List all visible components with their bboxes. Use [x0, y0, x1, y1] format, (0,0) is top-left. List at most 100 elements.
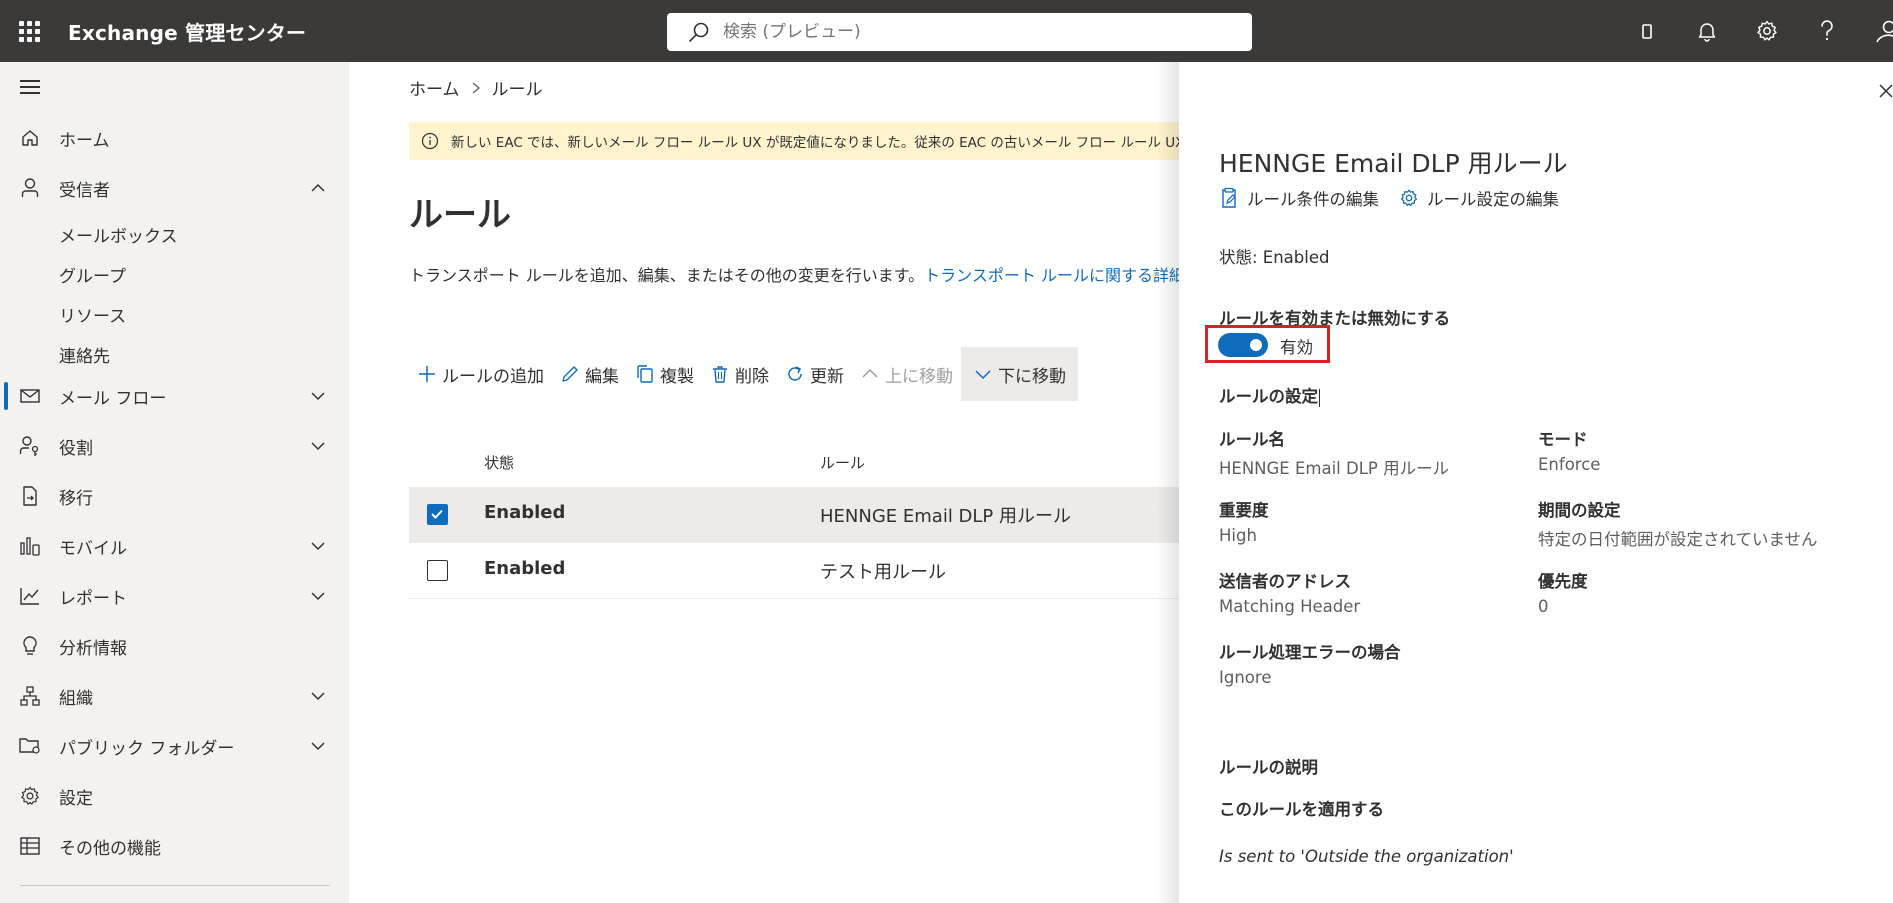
rule-state: 状態: Enabled [1219, 248, 1330, 267]
apply-condition-value: Is sent to 'Outside the organization' [1219, 847, 1514, 866]
mode-value: Enforce [1538, 455, 1601, 474]
row-rule-name: HENNGE Email DLP 用ルール [820, 506, 1072, 527]
sidebar-item-mobile[interactable]: モバイル [0, 526, 349, 566]
priority-label: 優先度 [1538, 572, 1588, 591]
sidebar-item-settings[interactable]: 設定 [0, 776, 349, 816]
sidebar-item-label: 設定 [59, 788, 93, 809]
chevron-up-icon [862, 368, 878, 378]
search-icon [689, 22, 709, 42]
row-status: Enabled [484, 558, 566, 579]
sidebar-subitem-contacts[interactable]: 連絡先 [59, 342, 110, 367]
sidebar-subitem-mailboxes[interactable]: メールボックス [59, 222, 178, 247]
period-value: 特定の日付範囲が設定されていません [1538, 530, 1818, 549]
chevron-right-icon [472, 82, 480, 93]
sidebar-item-migration[interactable]: 移行 [0, 476, 349, 516]
rule-name-label: ルール名 [1219, 430, 1285, 449]
refresh-button[interactable]: 更新 [777, 347, 852, 401]
search-input[interactable] [723, 22, 1223, 42]
checkmark-icon [431, 509, 443, 519]
text-caret [1319, 388, 1320, 407]
account-button[interactable] [1857, 0, 1893, 62]
close-icon[interactable] [1877, 82, 1893, 100]
page-description: トランスポート ルールを追加、編集、またはその他の変更を行います。トランスポート… [409, 262, 1217, 286]
chevron-down-icon [311, 592, 325, 601]
priority-value: 0 [1538, 597, 1549, 616]
chevron-down-icon [311, 392, 325, 401]
sidebar-item-mail-flow[interactable]: メール フロー [0, 376, 349, 416]
add-rule-label: ルールの追加 [442, 366, 544, 387]
document-arrow-icon [18, 484, 42, 508]
edit-conditions-button[interactable]: ルール条件の編集 [1219, 186, 1379, 210]
sidebar-subitem-resources[interactable]: リソース [59, 302, 126, 327]
search-box[interactable] [667, 13, 1252, 51]
app-launcher-button[interactable] [0, 0, 58, 62]
clipboard-edit-icon [1222, 187, 1236, 208]
command-bar: ルールの追加 編集 複製 削除 更新 上に移動 下に移動 [409, 347, 1078, 401]
sidebar-subitem-groups[interactable]: グループ [59, 262, 126, 287]
copy-icon [637, 365, 653, 383]
table-row[interactable]: Enabled テスト用ルール [409, 543, 1179, 599]
sidebar-item-label: パブリック フォルダー [59, 738, 235, 759]
top-bar: Exchange 管理センター [0, 0, 1893, 62]
hamburger-icon[interactable] [20, 80, 40, 96]
apply-heading: このルールを適用する [1219, 800, 1384, 819]
person-icon [18, 176, 42, 200]
gear-icon [18, 784, 42, 808]
add-rule-button[interactable]: ルールの追加 [409, 347, 552, 401]
row-checkbox[interactable] [427, 504, 448, 525]
sidebar-item-label: 分析情報 [59, 638, 127, 659]
sender-address-value: Matching Header [1219, 597, 1361, 616]
chevron-down-icon [311, 442, 325, 451]
sidebar-item-public-folders[interactable]: パブリック フォルダー [0, 726, 349, 766]
grid-icon [18, 834, 42, 858]
notifications-button[interactable] [1677, 0, 1737, 62]
edit-conditions-label: ルール条件の編集 [1247, 190, 1379, 209]
app-title[interactable]: Exchange 管理センター [68, 17, 306, 46]
sidebar-item-reports[interactable]: レポート [0, 576, 349, 616]
column-header-status[interactable]: 状態 [484, 452, 514, 473]
table-row[interactable]: Enabled HENNGE Email DLP 用ルール [409, 487, 1179, 543]
edit-settings-button[interactable]: ルール設定の編集 [1399, 186, 1559, 210]
move-down-button[interactable]: 下に移動 [961, 347, 1078, 401]
chevron-up-icon [311, 183, 325, 192]
lightbulb-icon [18, 634, 42, 658]
panel-shadow [1157, 62, 1179, 903]
breadcrumb-home[interactable]: ホーム [409, 75, 460, 100]
edit-button[interactable]: 編集 [552, 347, 627, 401]
settings-heading-text: ルールの設定 [1219, 387, 1318, 406]
row-checkbox[interactable] [427, 560, 448, 581]
mobile-button[interactable] [1617, 0, 1677, 62]
sidebar-item-roles[interactable]: 役割 [0, 426, 349, 466]
panel-actions: ルール条件の編集 ルール設定の編集 [1219, 186, 1579, 210]
enable-toggle[interactable] [1218, 333, 1268, 357]
home-icon [18, 126, 42, 150]
move-up-button[interactable]: 上に移動 [852, 347, 961, 401]
sender-address-label: 送信者のアドレス [1219, 572, 1351, 591]
sidebar-item-label: メール フロー [59, 388, 167, 409]
chevron-down-icon [975, 370, 991, 380]
help-button[interactable] [1797, 0, 1857, 62]
folder-icon [18, 734, 42, 758]
settings-button[interactable] [1737, 0, 1797, 62]
sidebar-item-insights[interactable]: 分析情報 [0, 626, 349, 666]
severity-label: 重要度 [1219, 501, 1269, 520]
sidebar-item-organization[interactable]: 組織 [0, 676, 349, 716]
table-header: 状態 ルール [409, 452, 1179, 492]
org-chart-icon [18, 684, 42, 708]
breadcrumb: ホーム ルール [409, 75, 543, 100]
sidebar-item-other-features[interactable]: その他の機能 [0, 826, 349, 866]
waffle-icon [18, 20, 40, 42]
sidebar-item-label: モバイル [59, 538, 127, 559]
mobile-chart-icon [18, 534, 42, 558]
sidebar-item-label: その他の機能 [59, 838, 161, 859]
banner-text: 新しい EAC では、新しいメール フロー ルール UX が既定値になりました。… [451, 135, 1179, 151]
copy-button[interactable]: 複製 [627, 347, 702, 401]
mail-icon [18, 384, 42, 408]
page-title: ルール [409, 195, 511, 235]
mode-label: モード [1538, 430, 1588, 449]
column-header-rule[interactable]: ルール [820, 452, 865, 473]
delete-button[interactable]: 削除 [702, 347, 777, 401]
sidebar-item-label: 役割 [59, 438, 93, 459]
sidebar-item-home[interactable]: ホーム [0, 118, 349, 158]
sidebar-item-recipients[interactable]: 受信者 [0, 168, 349, 208]
